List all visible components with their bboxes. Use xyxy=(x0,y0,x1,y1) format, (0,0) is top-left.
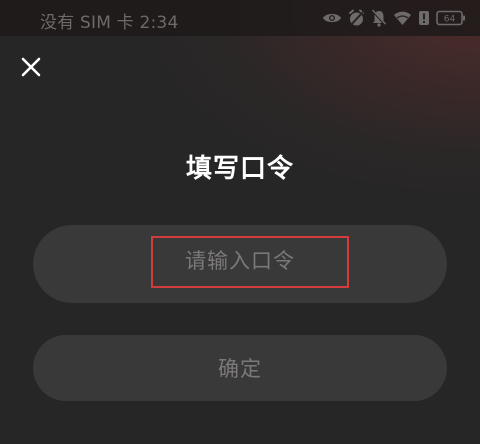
password-entry-screen: 没有 SIM 卡 2:34 64 填写口令 请输入口令 确定 xyxy=(0,0,480,444)
alarm-off-icon xyxy=(349,9,364,27)
close-icon xyxy=(21,57,41,77)
wifi-icon xyxy=(394,11,411,25)
status-icons: 64 xyxy=(322,9,466,27)
eye-icon xyxy=(323,13,341,23)
confirm-button[interactable]: 确定 xyxy=(33,335,447,401)
password-input[interactable] xyxy=(33,225,447,303)
close-button[interactable] xyxy=(14,50,48,84)
bell-off-icon xyxy=(371,9,387,27)
battery-icon: 64 xyxy=(436,10,465,26)
confirm-button-label: 确定 xyxy=(218,357,262,381)
status-bar: 没有 SIM 卡 2:34 64 xyxy=(0,0,480,36)
status-carrier-time: 没有 SIM 卡 2:34 xyxy=(40,13,179,33)
alert-icon xyxy=(419,11,429,25)
battery-level: 64 xyxy=(444,15,456,25)
page-title: 填写口令 xyxy=(185,154,294,184)
